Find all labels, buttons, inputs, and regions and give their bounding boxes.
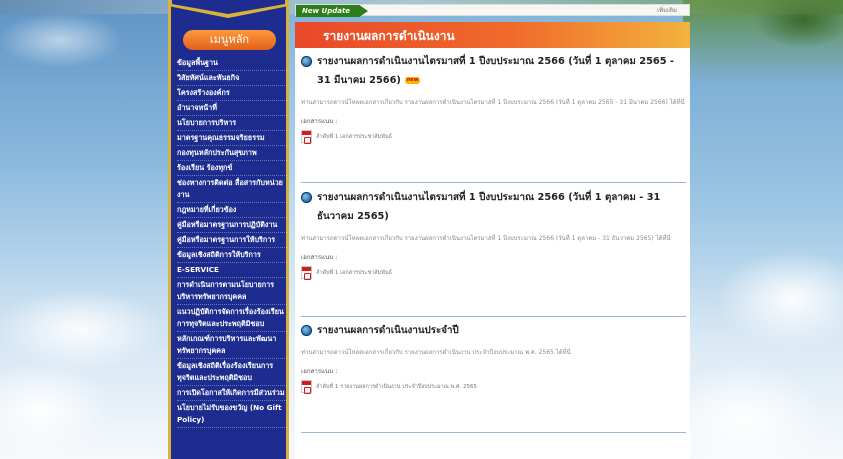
article-description: ท่านสามารถดาวน์โหลดเอกสารเกี่ยวกับ รายงา… xyxy=(301,349,571,356)
attachment-link[interactable]: ลำดับที่ 1 เอกสารประชาสัมพันธ์ xyxy=(301,130,686,144)
menu-list: ข้อมูลพื้นฐาน วิสัยทัศน์และพันธกิจ โครงส… xyxy=(177,56,287,428)
sidebar-menu: เมนูหลัก ข้อมูลพื้นฐาน วิสัยทัศน์และพันธ… xyxy=(168,0,289,459)
sidebar-item-complaints[interactable]: ร้องเรียน ร้องทุกข์ xyxy=(177,161,287,176)
sidebar-item-work-manual[interactable]: คู่มือหรือมาตรฐานการปฏิบัติงาน xyxy=(177,218,287,233)
article-title[interactable]: รายงานผลการดำเนินงานไตรมาสที่ 1 ปีงบประม… xyxy=(317,56,674,86)
attachment-name[interactable]: ลำดับที่ 1 เอกสารประชาสัมพันธ์ xyxy=(316,269,392,277)
globe-bullet-icon xyxy=(301,325,312,336)
sidebar-item-contact[interactable]: ช่องทางการติดต่อ สื่อสารกับหน่วยงาน xyxy=(177,176,287,203)
main-content: รายงานผลการดำเนินงาน รายงานผลการดำเนินงา… xyxy=(295,22,690,459)
article-description: ท่านสามารถดาวน์โหลดเอกสารเกี่ยวกับ รายงา… xyxy=(301,235,671,242)
pdf-icon[interactable] xyxy=(301,380,312,394)
article-item: รายงานผลการดำเนินงานประจำปี ท่านสามารถดา… xyxy=(301,321,686,394)
sidebar-item-corruption-complaints[interactable]: แนวปฏิบัติการจัดการเรื่องร้องเรียนการทุจ… xyxy=(177,305,287,332)
divider xyxy=(301,432,686,433)
sidebar-item-service-manual[interactable]: คู่มือหรือมาตรฐานการให้บริการ xyxy=(177,233,287,248)
article-description: ท่านสามารถดาวน์โหลดเอกสารเกี่ยวกับ รายงา… xyxy=(301,99,685,106)
article-item: รายงานผลการดำเนินงานไตรมาสที่ 1 ปีงบประม… xyxy=(301,188,686,280)
divider xyxy=(301,316,686,317)
article-title[interactable]: รายงานผลการดำเนินงานไตรมาสที่ 1 ปีงบประม… xyxy=(317,192,660,222)
sidebar-item-ethics[interactable]: มาตรฐานคุณธรรมจริยธรรม xyxy=(177,131,287,146)
sidebar-item-participation[interactable]: การเปิดโอกาสให้เกิดการมีส่วนร่วม xyxy=(177,386,287,401)
new-badge-icon: new xyxy=(404,76,421,84)
article-item: รายงานผลการดำเนินงานไตรมาสที่ 1 ปีงบประม… xyxy=(301,52,686,144)
sidebar-item-laws[interactable]: กฎหมายที่เกี่ยวข้อง xyxy=(177,203,287,218)
background-left xyxy=(0,0,170,459)
attachments-label: เอกสารแนบ : xyxy=(301,368,338,375)
more-link[interactable]: เพิ่มเติม xyxy=(657,5,677,17)
news-ticker: New Update เพิ่มเติม xyxy=(295,4,690,17)
sidebar-item-basic-info[interactable]: ข้อมูลพื้นฐาน xyxy=(177,56,287,71)
menu-heading: เมนูหลัก xyxy=(183,30,276,50)
sidebar-item-corruption-stats[interactable]: ข้อมูลเชิงสถิติเรื่องร้องเรียนการทุจริตแ… xyxy=(177,359,287,386)
attachments-label: เอกสารแนบ : xyxy=(301,254,338,261)
globe-bullet-icon xyxy=(301,192,312,203)
sidebar-item-policy[interactable]: นโยบายการบริหาร xyxy=(177,116,287,131)
new-update-tag: New Update xyxy=(296,5,368,17)
sidebar-item-hr-policy[interactable]: การดำเนินการตามนโยบายการบริหารทรัพยากรบุ… xyxy=(177,278,287,305)
menu-cap-ornament xyxy=(168,0,289,18)
attachments-label: เอกสารแนบ : xyxy=(301,118,338,125)
sidebar-item-hr-development[interactable]: หลักเกณฑ์การบริหารและพัฒนาทรัพยากรบุคคล xyxy=(177,332,287,359)
article-title-link[interactable]: รายงานผลการดำเนินงานประจำปี xyxy=(301,321,686,340)
sidebar-item-no-gift-policy[interactable]: นโยบายไม่รับของขวัญ (No Gift Policy) xyxy=(177,401,287,428)
attachment-name[interactable]: ลำดับที่ 1 รายงานผลการดำเนินงาน ประจำปีง… xyxy=(316,383,477,391)
page-title-bar: รายงานผลการดำเนินงาน xyxy=(295,22,690,48)
sidebar-item-vision[interactable]: วิสัยทัศน์และพันธกิจ xyxy=(177,71,287,86)
pdf-icon[interactable] xyxy=(301,266,312,280)
globe-bullet-icon xyxy=(301,56,312,67)
attachment-name[interactable]: ลำดับที่ 1 เอกสารประชาสัมพันธ์ xyxy=(316,133,392,141)
background-right xyxy=(683,0,843,459)
sidebar-item-authority[interactable]: อำนาจหน้าที่ xyxy=(177,101,287,116)
sidebar-item-service-stats[interactable]: ข้อมูลเชิงสถิติการให้บริการ xyxy=(177,248,287,263)
attachment-link[interactable]: ลำดับที่ 1 เอกสารประชาสัมพันธ์ xyxy=(301,266,686,280)
page-title: รายงานผลการดำเนินงาน xyxy=(323,29,455,43)
article-title-link[interactable]: รายงานผลการดำเนินงานไตรมาสที่ 1 ปีงบประม… xyxy=(301,52,686,90)
sidebar-item-e-service[interactable]: E-SERVICE xyxy=(177,263,287,278)
sidebar-item-health-fund[interactable]: กองทุนหลักประกันสุขภาพ xyxy=(177,146,287,161)
article-title[interactable]: รายงานผลการดำเนินงานประจำปี xyxy=(317,325,459,336)
pdf-icon[interactable] xyxy=(301,130,312,144)
article-title-link[interactable]: รายงานผลการดำเนินงานไตรมาสที่ 1 ปีงบประม… xyxy=(301,188,686,226)
sidebar-item-structure[interactable]: โครงสร้างองค์กร xyxy=(177,86,287,101)
attachment-link[interactable]: ลำดับที่ 1 รายงานผลการดำเนินงาน ประจำปีง… xyxy=(301,380,686,394)
divider xyxy=(301,182,686,183)
